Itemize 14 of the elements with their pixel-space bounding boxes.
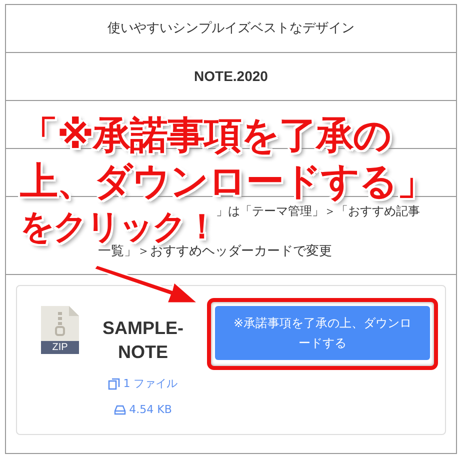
file-title: SAMPLE-NOTE [102,317,184,364]
file-size: 4.54 KB [129,403,172,416]
annotation-text: 上、ダウンロードする」 [20,158,434,204]
table-cell-text: NOTE.2020 [194,67,268,86]
table-cell-text: 」は「テーマ管理」＞「おすすめ記事 [216,203,421,220]
file-type-label: ZIP [51,342,69,353]
drive-icon [114,404,126,414]
download-button[interactable]: ※承諾事項を了承の上、ダウンロードする [215,306,430,360]
file-count: 1 ファイル [123,376,178,391]
zip-file-icon [41,306,79,354]
table-cell-text: 一覧」＞おすすめヘッダーカードで変更 [98,244,333,261]
table-cell-text: 使いやすいシンプルイズベストなデザイン [108,20,354,38]
annotation-text: 「※承諾事項を了承の [20,112,391,158]
files-icon [108,378,120,390]
